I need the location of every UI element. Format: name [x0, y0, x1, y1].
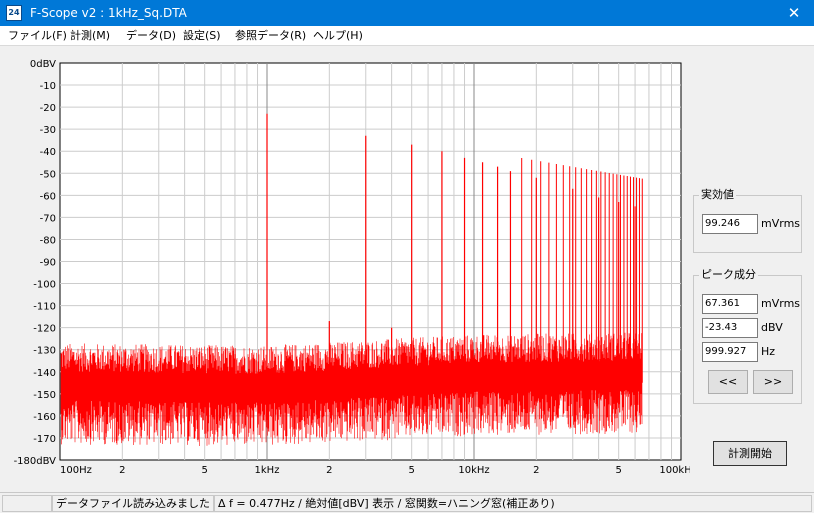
rms-unit: mVrms	[761, 217, 801, 230]
x-tick-label: 100Hz	[60, 465, 92, 476]
peak-mvrms-field[interactable]: 67.361	[702, 294, 758, 314]
peak-hz-unit: Hz	[761, 345, 776, 358]
menu-bar: ファイル(F) 計測(M) データ(D) 設定(S) 参照データ(R) ヘルプ(…	[0, 26, 814, 46]
window-title: F-Scope v2 : 1kHz_Sq.DTA	[30, 6, 187, 20]
x-tick-label: 2	[119, 465, 125, 476]
y-tick-label: -110	[33, 302, 56, 313]
peak-title: ピーク成分	[699, 268, 758, 282]
y-tick-label: -70	[40, 213, 56, 224]
y-tick-label: -20	[40, 103, 56, 114]
peak-mvrms-unit: mVrms	[761, 297, 801, 310]
y-tick-label: -120	[33, 324, 56, 335]
menu-measure[interactable]: 計測(M)	[68, 28, 112, 44]
x-tick-label: 5	[201, 465, 207, 476]
y-tick-label: -140	[33, 368, 56, 379]
x-axis-ticks: 100Hz 2 5 1kHz 2 5 10kHz 2 5 100kHz	[60, 465, 690, 476]
y-tick-label: -180dBV	[14, 456, 57, 467]
menu-file[interactable]: ファイル(F)	[6, 28, 69, 44]
x-tick-label: 2	[533, 465, 539, 476]
menu-settings[interactable]: 設定(S)	[181, 28, 223, 44]
spectrum-chart: 0dBV -10 -20 -30 -40 -50 -60 -70 -80 -90 -100 -110 -…	[14, 59, 690, 476]
y-tick-label: -50	[40, 169, 56, 180]
y-tick-label: -130	[33, 346, 56, 357]
x-tick-label: 5	[615, 465, 621, 476]
rms-value-field[interactable]: 99.246	[702, 214, 758, 234]
x-tick-label: 10kHz	[458, 465, 489, 476]
y-tick-label: -150	[33, 390, 56, 401]
rms-group: 実効値 99.246 mVrms	[693, 188, 802, 253]
x-tick-label: 2	[326, 465, 332, 476]
title-bar: 24 F-Scope v2 : 1kHz_Sq.DTA ✕	[0, 0, 814, 26]
x-tick-label: 1kHz	[255, 465, 280, 476]
status-info: Δ f = 0.477Hz / 絶対値[dBV] 表示 / 窓関数=ハニング窓(…	[214, 495, 812, 512]
y-tick-label: -90	[40, 258, 56, 269]
rms-title: 実効値	[699, 188, 736, 202]
status-message: データファイル読み込みました	[52, 495, 214, 512]
x-tick-label: 100kHz	[659, 465, 690, 476]
menu-data[interactable]: データ(D)	[124, 28, 178, 44]
next-peak-button[interactable]: >>	[753, 370, 793, 394]
menu-help[interactable]: ヘルプ(H)	[311, 28, 365, 44]
app-icon: 24	[6, 5, 22, 21]
peak-dbv-unit: dBV	[761, 321, 783, 334]
y-tick-label: -100	[33, 280, 56, 291]
prev-peak-button[interactable]: <<	[708, 370, 748, 394]
status-bar: データファイル読み込みました Δ f = 0.477Hz / 絶対値[dBV] …	[0, 492, 814, 513]
menu-reference-data[interactable]: 参照データ(R)	[233, 28, 308, 44]
close-button[interactable]: ✕	[774, 0, 814, 26]
y-tick-label: -170	[33, 434, 56, 445]
y-axis-ticks: 0dBV -10 -20 -30 -40 -50 -60 -70 -80 -90 -100 -110 -…	[14, 59, 57, 467]
y-tick-label: -30	[40, 125, 56, 136]
peak-hz-field[interactable]: 999.927	[702, 342, 758, 362]
y-tick-label: -60	[40, 191, 56, 202]
y-tick-label: 0dBV	[30, 59, 56, 70]
y-tick-label: -80	[40, 235, 56, 246]
start-measurement-button[interactable]: 計測開始	[713, 441, 787, 466]
peak-dbv-field[interactable]: -23.43	[702, 318, 758, 338]
x-tick-label: 5	[408, 465, 414, 476]
peak-group: ピーク成分 67.361 mVrms -23.43 dBV 999.927 Hz…	[693, 268, 802, 404]
y-tick-label: -10	[40, 81, 56, 92]
y-tick-label: -160	[33, 412, 56, 423]
y-tick-label: -40	[40, 147, 56, 158]
status-cell-empty	[2, 495, 52, 512]
